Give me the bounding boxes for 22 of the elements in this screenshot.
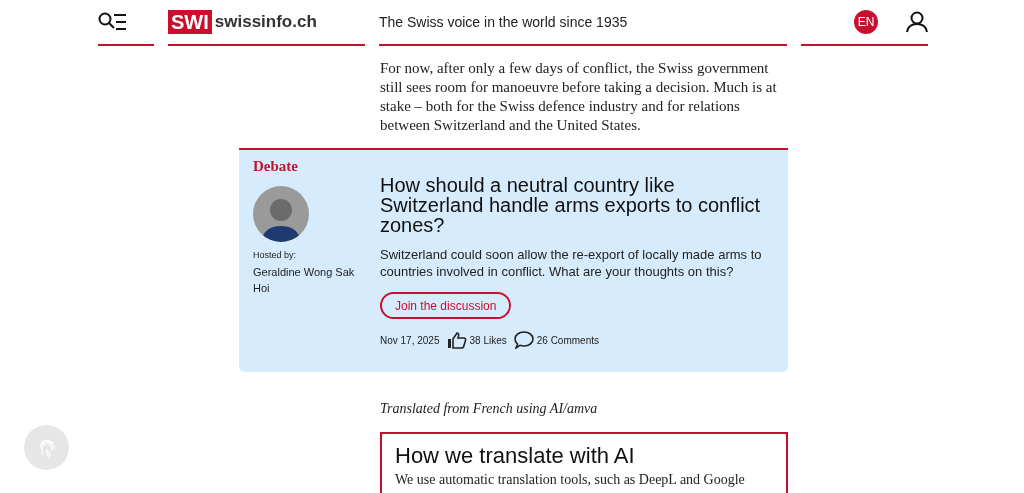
date: Nov 17, 2025 [380,333,440,348]
logo-badge[interactable]: SWI [168,10,212,34]
translation-note: Translated from French using AI/amva [380,400,599,418]
fingerprint-icon [37,437,56,458]
user-icon[interactable] [906,11,928,33]
language-button[interactable]: EN [854,10,878,34]
ai-box-text: We use automatic translation tools, such as DeepL and Google [395,472,746,488]
hosted-by-label: Hosted by: [253,248,298,262]
join-discussion-button[interactable]: Join the discussion [380,292,512,319]
thumbs-up-icon[interactable] [446,331,467,349]
section-label: Debate [253,157,299,176]
comments-count: 26 Comments [536,333,599,348]
host-name: Geraldine Wong Sak Hoi [253,265,356,296]
search-menu-icon[interactable] [98,12,128,32]
debate-summary: Switzerland could soon allow the re-export of locally made arms to countries involved in conflict. What are your thoughts on this? [380,246,763,280]
debate-title[interactable]: How should a neutral country like Switzerland handle arms exports to conflict zones? [380,175,772,235]
tagline: The Swiss voice in the world since 1935 [379,12,628,32]
logo-text[interactable]: swissinfo.ch [214,9,317,35]
ai-box-title: How we translate with AI [395,442,636,470]
likes-count: 38 Likes [469,333,507,348]
article-paragraph: For now, after only a few days of conflict, the Swiss government still sees room for manoeuvre before taking a decision. Much is at stake – both for the Swiss defence industry and for relations between Switzerland and the United States. [380,59,778,135]
comment-icon[interactable] [513,331,534,349]
